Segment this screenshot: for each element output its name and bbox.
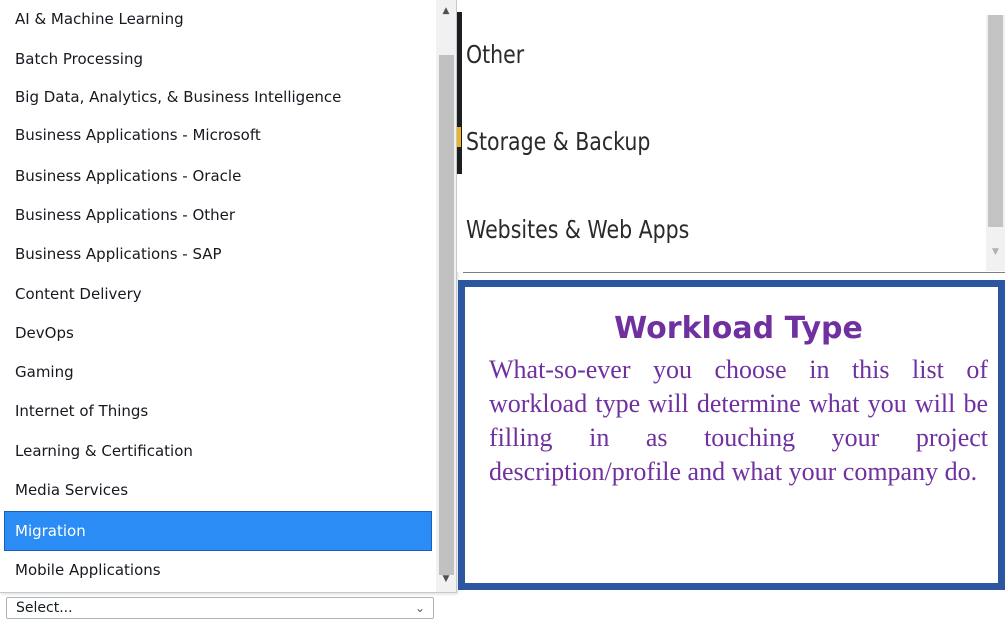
select-value: Select... (16, 600, 73, 616)
list-item-websites-web-apps[interactable]: Websites & Web Apps (466, 215, 689, 244)
option-label: Business Applications - Oracle (15, 167, 242, 185)
list-item-other[interactable]: Other (466, 40, 524, 69)
option-label: Storage & Backup (466, 127, 651, 156)
list-item-devops[interactable]: DevOps (5, 314, 431, 352)
list-item-ai-ml[interactable]: AI & Machine Learning (5, 0, 431, 38)
list-item-migration[interactable]: Migration (4, 511, 432, 551)
workload-dropdown-list: AI & Machine Learning Batch Processing B… (0, 0, 457, 593)
option-label: AI & Machine Learning (15, 10, 184, 28)
list-item-media-services[interactable]: Media Services (5, 471, 431, 509)
info-description: What-so-ever you choose in this list of … (489, 355, 988, 486)
divider (463, 272, 1005, 273)
triangle-down-icon[interactable]: ▼ (988, 247, 1003, 257)
option-label: Learning & Certification (15, 442, 193, 460)
option-label: Other (466, 40, 525, 69)
option-label: Websites & Web Apps (466, 215, 690, 244)
workload-info-box: Workload Type What-so-ever you choose in… (458, 280, 1005, 590)
option-label: Media Services (15, 481, 129, 499)
right-list-scrollbar[interactable]: ▼ (986, 15, 1005, 271)
list-item-mobile-applications[interactable]: Mobile Applications (5, 551, 431, 589)
option-label: Mobile Applications (15, 561, 161, 579)
info-title: Workload Type (614, 311, 863, 346)
triangle-up-icon[interactable]: ▲ (439, 5, 453, 17)
option-label: Business Applications - Microsoft (15, 126, 261, 144)
list-item-business-apps-oracle[interactable]: Business Applications - Oracle (5, 157, 431, 195)
list-item-content-delivery[interactable]: Content Delivery (5, 275, 431, 313)
list-item-internet-of-things[interactable]: Internet of Things (5, 392, 431, 430)
scrollbar-thumb[interactable] (439, 55, 454, 575)
list-item-learning-certification[interactable]: Learning & Certification (5, 432, 431, 470)
option-label: Gaming (15, 363, 74, 381)
option-label: Big Data, Analytics, & Business Intellig… (15, 88, 342, 106)
list-scrollbar[interactable]: ▲ ▼ (436, 0, 456, 592)
option-label: Migration (15, 522, 86, 540)
workload-select[interactable]: Select... ⌄ (6, 597, 434, 619)
option-label: Business Applications - SAP (15, 245, 222, 263)
chevron-down-icon: ⌄ (414, 601, 425, 615)
option-label: Batch Processing (15, 50, 143, 68)
option-label: Internet of Things (15, 402, 149, 420)
option-label: DevOps (15, 324, 74, 342)
list-item-storage-backup[interactable]: Storage & Backup (466, 127, 650, 156)
list-item-business-apps-other[interactable]: Business Applications - Other (5, 196, 431, 234)
list-item-gaming[interactable]: Gaming (5, 353, 431, 391)
background-strip (457, 12, 462, 174)
list-item-big-data[interactable]: Big Data, Analytics, & Business Intellig… (5, 78, 431, 116)
accent-mark (457, 127, 461, 147)
list-item-batch-processing[interactable]: Batch Processing (5, 40, 431, 78)
list-item-business-apps-microsoft[interactable]: Business Applications - Microsoft (5, 116, 431, 154)
option-label: Content Delivery (15, 285, 142, 303)
list-item-business-apps-sap[interactable]: Business Applications - SAP (5, 235, 431, 273)
option-label: Business Applications - Other (15, 206, 236, 224)
workload-options: AI & Machine Learning Batch Processing B… (0, 0, 436, 592)
triangle-down-icon[interactable]: ▼ (439, 573, 453, 585)
scrollbar-thumb[interactable] (988, 15, 1003, 227)
